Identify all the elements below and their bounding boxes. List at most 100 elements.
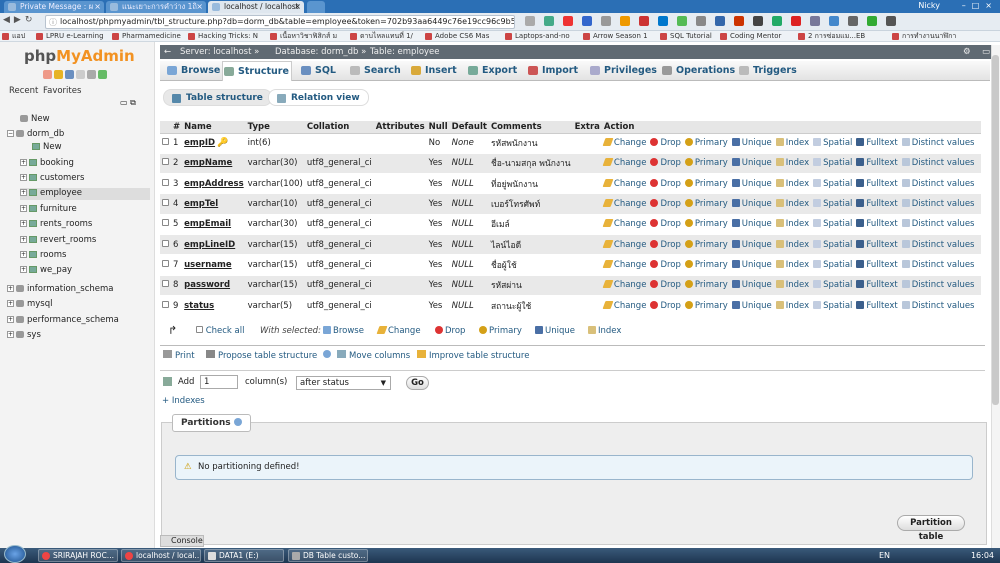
spatial-action[interactable]: Spatial [813,280,852,290]
index-action[interactable]: Index [775,138,809,148]
index-action[interactable]: Index [775,280,809,290]
drop-action[interactable]: Drop [650,300,681,311]
extension-icon[interactable] [677,16,687,26]
spatial-action[interactable]: Spatial [813,300,852,311]
column-name-link[interactable]: username [184,260,231,270]
row-checkbox-cell[interactable] [160,173,171,195]
spatial-action[interactable]: Spatial [813,259,852,270]
column-header[interactable]: Default [449,121,489,134]
bulk-drop-button[interactable]: Drop [435,326,469,336]
extension-icon[interactable] [753,16,763,26]
logout-icon[interactable] [54,70,63,79]
column-name-link[interactable]: password [184,280,230,290]
breadcrumb-database[interactable]: Database: dorm_db » [275,45,366,59]
drop-action[interactable]: Drop [650,138,681,148]
row-checkbox[interactable] [162,178,169,186]
gear-icon[interactable] [87,70,96,79]
close-icon[interactable]: × [196,1,203,13]
unique-action[interactable]: Unique [731,219,772,229]
language-indicator[interactable]: EN [879,549,890,562]
distinct-values-action[interactable]: Distinct values [901,280,975,290]
browser-tab-active[interactable]: localhost / localhost × [208,1,304,13]
browser-tab[interactable]: แนะเยาะการคำว่าง 1ถิ × [106,1,206,13]
help-icon[interactable] [322,350,331,358]
row-checkbox[interactable] [162,280,169,288]
tab-search[interactable]: Search [349,61,401,81]
expand-icon[interactable]: + [20,174,27,181]
primary-action[interactable]: Primary [684,199,728,209]
tree-new-db[interactable]: New [20,114,50,124]
distinct-values-action[interactable]: Distinct values [901,239,975,250]
window-controls[interactable]: –□× [962,0,998,12]
check-all-checkbox[interactable] [196,326,203,333]
distinct-values-action[interactable]: Distinct values [901,138,975,148]
extension-icon[interactable] [620,16,630,26]
distinct-values-action[interactable]: Distinct values [901,178,975,189]
drop-action[interactable]: Drop [650,259,681,270]
tab-triggers[interactable]: Triggers [738,61,797,81]
close-icon[interactable]: × [294,1,301,13]
taskbar-item[interactable]: DATA1 (E:) [204,549,284,562]
unique-action[interactable]: Unique [731,178,772,189]
column-header[interactable]: Collation [304,121,374,134]
extension-icon[interactable] [715,16,725,26]
column-header[interactable]: Extra [572,121,602,134]
gear-icon[interactable]: ⚙ [963,45,971,59]
row-checkbox[interactable] [162,239,169,247]
tree-db[interactable]: + sys [7,330,41,340]
partition-table-button[interactable]: Partition table [897,515,965,542]
row-checkbox-cell[interactable] [160,133,171,154]
breadcrumb-server[interactable]: Server: localhost » [180,45,259,59]
fulltext-action[interactable]: Fulltext [856,259,898,270]
expand-icon[interactable]: + [20,220,27,227]
go-button[interactable]: Go [406,376,429,390]
taskbar-item[interactable]: SRIRAJAH ROC... [38,549,118,562]
expand-icon[interactable]: + [20,236,27,243]
bulk-primary-button[interactable]: Primary [479,326,526,336]
tree-table[interactable]: + we_pay [20,265,72,275]
expand-icon[interactable]: + [20,205,27,212]
primary-action[interactable]: Primary [684,178,728,189]
unique-action[interactable]: Unique [731,280,772,290]
tab-structure[interactable]: Structure [222,61,292,81]
indexes-toggle[interactable]: + Indexes [162,396,205,406]
phpmyadmin-logo[interactable]: phpMyAdmin [24,47,135,65]
propose-structure-link[interactable]: Propose table structure [206,350,331,361]
nav-buttons[interactable]: ◀▶↻ [3,15,36,25]
primary-action[interactable]: Primary [684,239,728,250]
extension-icon[interactable] [544,16,554,26]
scrollbar-thumb[interactable] [992,55,999,405]
spatial-action[interactable]: Spatial [813,138,852,148]
close-icon[interactable]: × [94,1,101,13]
row-checkbox[interactable] [162,259,169,267]
change-action[interactable]: Change [602,178,646,189]
distinct-values-action[interactable]: Distinct values [901,259,975,270]
primary-action[interactable]: Primary [684,300,728,311]
tree-table[interactable]: + furniture [20,204,77,214]
index-action[interactable]: Index [775,178,809,189]
move-columns-link[interactable]: Move columns [337,350,410,361]
tree-table[interactable]: + rents_rooms [20,219,92,229]
tree-db[interactable]: + performance_schema [7,315,119,325]
print-link[interactable]: Print [163,350,195,361]
tree-table-selected[interactable]: + employee [20,188,150,200]
expand-icon[interactable]: + [20,266,27,273]
extension-icon[interactable] [563,16,573,26]
extension-icon[interactable] [772,16,782,26]
bookmark[interactable]: SQL Tutorial [660,31,712,41]
bookmark[interactable]: Adobe CS6 Mas [425,31,489,41]
expand-icon[interactable]: + [7,285,14,292]
drop-action[interactable]: Drop [650,178,681,189]
extension-icon[interactable] [829,16,839,26]
primary-action[interactable]: Primary [684,158,728,168]
change-action[interactable]: Change [602,239,646,250]
taskbar-item[interactable]: localhost / local... [121,549,201,562]
change-action[interactable]: Change [602,158,646,168]
extension-icon[interactable] [658,16,668,26]
spatial-action[interactable]: Spatial [813,199,852,209]
check-all-label[interactable]: Check all [206,326,245,336]
primary-action[interactable]: Primary [684,219,728,229]
subtab-table-structure[interactable]: Table structure [163,89,272,106]
new-tab-button[interactable] [307,1,325,13]
drop-action[interactable]: Drop [650,280,681,290]
